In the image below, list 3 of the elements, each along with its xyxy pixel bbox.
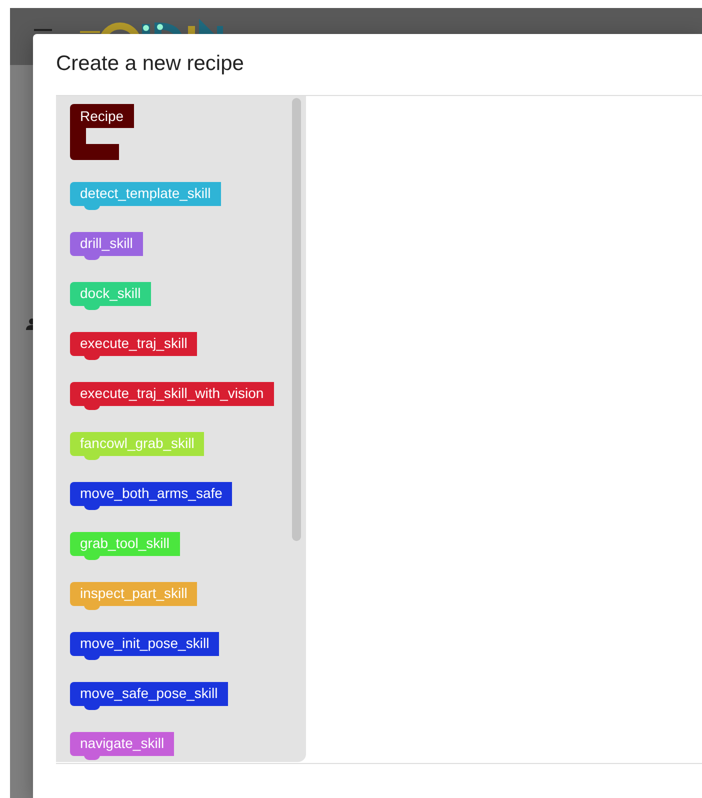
scrollbar[interactable] — [292, 98, 301, 541]
container-block[interactable]: Recipe — [70, 104, 134, 160]
dialog-title: Create a new recipe — [56, 51, 244, 77]
